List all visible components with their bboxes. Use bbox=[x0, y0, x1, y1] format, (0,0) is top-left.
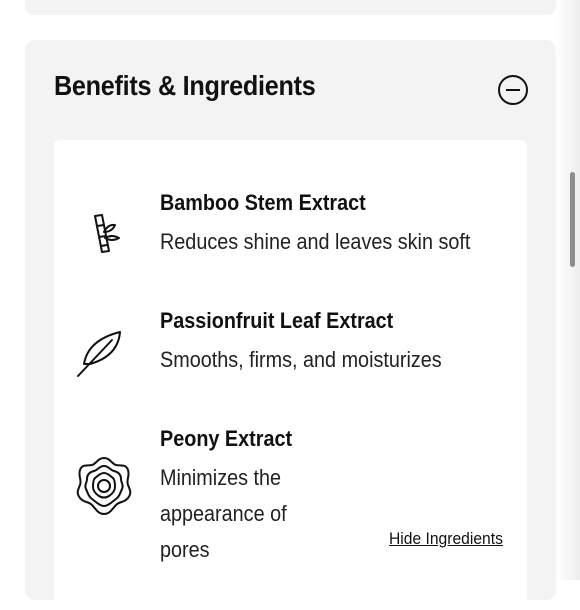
ingredient-description: Reduces shine and leaves skin soft bbox=[160, 229, 471, 254]
leaf-icon bbox=[74, 324, 134, 384]
ingredient-name: Bamboo Stem Extract bbox=[160, 190, 366, 215]
scrollbar-thumb[interactable] bbox=[570, 172, 575, 267]
page-edge bbox=[556, 0, 580, 580]
benefits-ingredients-section: Benefits & Ingredients Bamboo Stem Extra… bbox=[25, 40, 556, 610]
collapse-button[interactable] bbox=[497, 74, 529, 106]
ingredients-card: Bamboo Stem Extract Reduces shine and le… bbox=[54, 140, 527, 610]
section-title: Benefits & Ingredients bbox=[54, 70, 316, 101]
minus-circle-icon bbox=[498, 75, 528, 105]
ingredient-name: Peony Extract bbox=[160, 426, 293, 451]
bamboo-icon bbox=[74, 210, 134, 270]
ingredient-description: Minimizes the appearance of pores bbox=[160, 465, 287, 562]
previous-section-card bbox=[25, 0, 556, 15]
ingredient-description: Smooths, firms, and moisturizes bbox=[160, 347, 442, 372]
ingredient-name: Passionfruit Leaf Extract bbox=[160, 308, 394, 333]
peony-flower-icon bbox=[74, 456, 134, 516]
hide-ingredients-link[interactable]: Hide Ingredients bbox=[389, 529, 503, 549]
